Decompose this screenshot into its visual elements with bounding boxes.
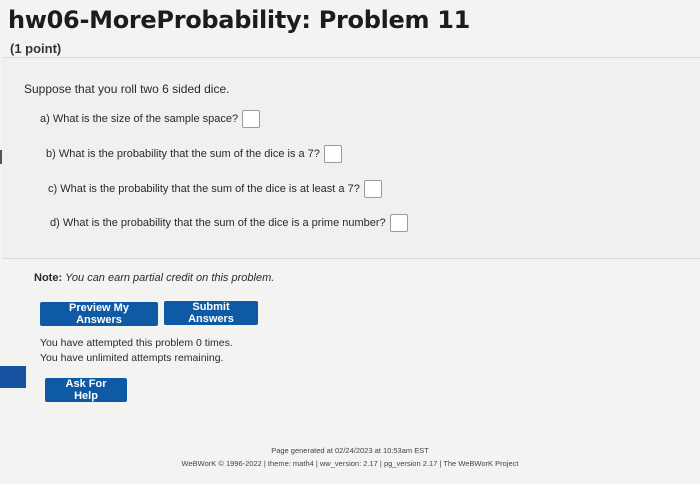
- question-c-text: c) What is the probability that the sum …: [48, 183, 360, 195]
- question-b-text: b) What is the probability that the sum …: [46, 148, 320, 160]
- left-nav-tab[interactable]: [0, 366, 26, 388]
- question-a-text: a) What is the size of the sample space?: [40, 113, 239, 125]
- ask-for-help-button[interactable]: Ask For Help: [45, 378, 127, 402]
- note-text: You can earn partial credit on this prob…: [65, 272, 275, 284]
- note-label: Note:: [34, 272, 63, 284]
- footer-generated: Page generated at 02/24/2023 at 10:53am …: [271, 446, 429, 455]
- question-b: b) What is the probability that the sum …: [46, 145, 342, 163]
- question-d-text: d) What is the probability that the sum …: [50, 217, 386, 229]
- answer-b-input[interactable]: [323, 145, 342, 163]
- question-d: d) What is the probability that the sum …: [50, 214, 408, 232]
- attempts-remaining: You have unlimited attempts remaining.: [40, 352, 224, 364]
- submit-answers-button[interactable]: Submit Answers: [164, 301, 258, 325]
- problem-intro: Suppose that you roll two 6 sided dice.: [24, 82, 230, 96]
- answer-d-input[interactable]: [389, 214, 408, 232]
- answer-a-input[interactable]: [242, 110, 261, 128]
- points-label: (1 point): [10, 41, 62, 56]
- attempts-info: You have attempted this problem 0 times.…: [40, 336, 233, 366]
- attempts-count: You have attempted this problem 0 times.: [40, 337, 233, 349]
- page-title: hw06-MoreProbability: Problem 11: [8, 6, 471, 34]
- question-c: c) What is the probability that the sum …: [48, 180, 382, 198]
- question-a: a) What is the size of the sample space?: [40, 110, 261, 128]
- answer-c-input[interactable]: [363, 180, 382, 198]
- preview-answers-button[interactable]: Preview My Answers: [40, 302, 158, 326]
- note: Note: You can earn partial credit on thi…: [34, 272, 274, 284]
- footer-credits: WeBWorK © 1996-2022 | theme: math4 | ww_…: [181, 459, 519, 468]
